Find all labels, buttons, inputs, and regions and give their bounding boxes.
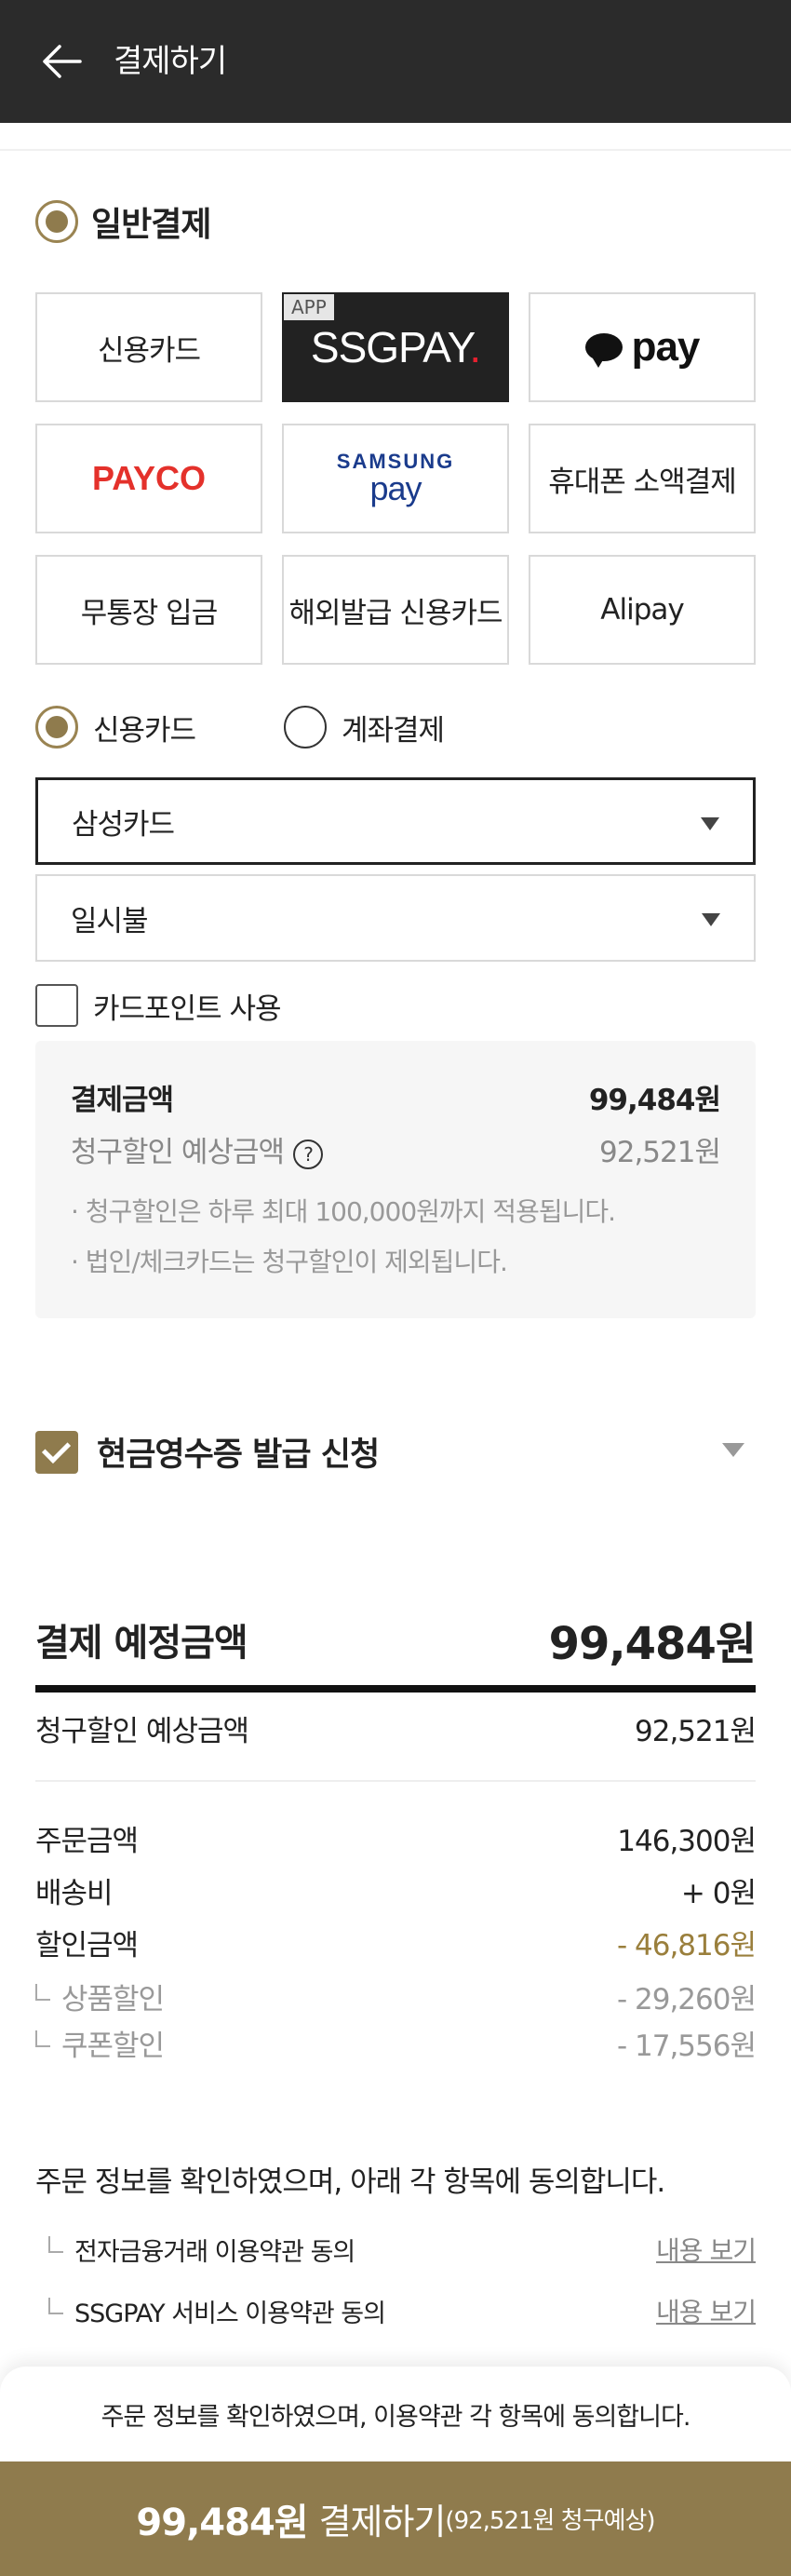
corner-icon <box>35 2030 50 2047</box>
section-title: 일반결제 <box>91 206 211 244</box>
term-row: 전자금융거래 이용약관 동의 내용 보기 <box>48 2231 757 2268</box>
summary-row: 배송비 + 0원 <box>35 1877 757 1910</box>
method-bank-deposit[interactable]: 무통장 입금 <box>35 555 262 665</box>
caret-down-icon[interactable] <box>722 1443 744 1457</box>
summary-row: 주문금액 146,300원 <box>35 1825 757 1858</box>
app-badge: APP <box>284 294 334 320</box>
agree-text: 주문 정보를 확인하였으며, 아래 각 항목에 동의합니다. <box>35 2165 665 2199</box>
method-label: 신용카드 <box>97 333 201 368</box>
checkbox-checked-icon[interactable] <box>35 1430 78 1474</box>
divider <box>0 149 791 151</box>
card-type-account[interactable]: 계좌결제 <box>284 706 445 749</box>
method-ssgpay[interactable]: APP SSGPAY. <box>282 292 509 402</box>
pay-button[interactable]: 99,484원 결제하기 (92,521원 청구예상) <box>0 2461 791 2576</box>
term-row: SSGPAY 서비스 이용약관 동의 내용 보기 <box>48 2292 757 2329</box>
pay-amount-value: 99,484원 <box>588 1084 721 1117</box>
method-samsung-pay[interactable]: SAMSUNG pay <box>282 424 509 533</box>
total-amount: 99,484원 <box>548 1618 757 1670</box>
note-text: · 법인/체크카드는 청구할인이 제외됩니다. <box>71 1247 508 1277</box>
summary-subrow: 상품할인 - 29,260원 <box>35 1976 757 2017</box>
help-icon[interactable]: ? <box>293 1139 324 1169</box>
method-label: 무통장 입금 <box>80 596 218 630</box>
divider <box>35 1780 756 1782</box>
summary-subrow: 쿠폰할인 - 17,556원 <box>35 2022 757 2064</box>
page-title: 결제하기 <box>114 43 227 80</box>
total-title: 결제 예정금액 <box>35 1622 248 1665</box>
payment-info-box: 결제금액 99,484원 청구할인 예상금액? 92,521원 · 청구할인은 … <box>35 1041 756 1318</box>
agreement-sheet: 주문 정보를 확인하였으며, 이용약관 각 항목에 동의합니다. <box>0 2367 791 2461</box>
general-payment-option[interactable]: 일반결제 <box>35 197 211 246</box>
expected-discount-label: 청구할인 예상금액? <box>71 1128 324 1170</box>
arrow-left-icon[interactable] <box>37 37 86 86</box>
method-label: Alipay <box>600 593 684 627</box>
summary-row: 할인금액 - 46,816원 <box>35 1929 757 1962</box>
radio-unselected-icon[interactable] <box>284 706 327 749</box>
kakaopay-logo: pay <box>584 324 700 371</box>
method-label: 해외발급 신용카드 <box>288 596 503 630</box>
corner-icon <box>48 2236 63 2253</box>
checkbox-icon[interactable] <box>35 984 78 1027</box>
caret-down-icon <box>702 913 720 926</box>
divider <box>35 1685 756 1693</box>
method-credit-card[interactable]: 신용카드 <box>35 292 262 402</box>
payco-logo: PAYCO <box>91 459 207 497</box>
view-terms-link[interactable]: 내용 보기 <box>656 2231 757 2268</box>
note-text: · 청구할인은 하루 최대 100,000원까지 적용됩니다. <box>71 1196 616 1227</box>
radio-selected-icon[interactable] <box>35 200 78 243</box>
card-select[interactable]: 삼성카드 <box>35 777 756 865</box>
ssgpay-logo: SSGPAY. <box>310 323 481 371</box>
summary-row: 청구할인 예상금액 92,521원 <box>35 1715 757 1748</box>
view-terms-link[interactable]: 내용 보기 <box>656 2292 757 2329</box>
method-label: 휴대폰 소액결제 <box>548 465 736 499</box>
method-payco[interactable]: PAYCO <box>35 424 262 533</box>
speech-bubble-icon <box>584 333 623 368</box>
samsung-pay-logo: SAMSUNG pay <box>336 450 455 507</box>
method-alipay[interactable]: Alipay <box>529 555 756 665</box>
method-overseas-card[interactable]: 해외발급 신용카드 <box>282 555 509 665</box>
method-kakaopay[interactable]: pay <box>529 292 756 402</box>
corner-icon <box>35 1983 50 2001</box>
card-type-credit[interactable]: 신용카드 <box>35 706 196 749</box>
installment-select[interactable]: 일시불 <box>35 874 756 962</box>
method-mobile[interactable]: 휴대폰 소액결제 <box>529 424 756 533</box>
card-point-option[interactable]: 카드포인트 사용 <box>35 984 281 1027</box>
pay-amount-label: 결제금액 <box>71 1084 174 1117</box>
cash-receipt-option[interactable]: 현금영수증 발급 신청 <box>35 1428 380 1476</box>
app-header: 결제하기 <box>0 0 791 123</box>
radio-selected-icon[interactable] <box>35 706 78 749</box>
expected-discount-value: 92,521원 <box>599 1136 721 1169</box>
caret-down-icon <box>701 817 719 830</box>
corner-icon <box>48 2298 63 2314</box>
